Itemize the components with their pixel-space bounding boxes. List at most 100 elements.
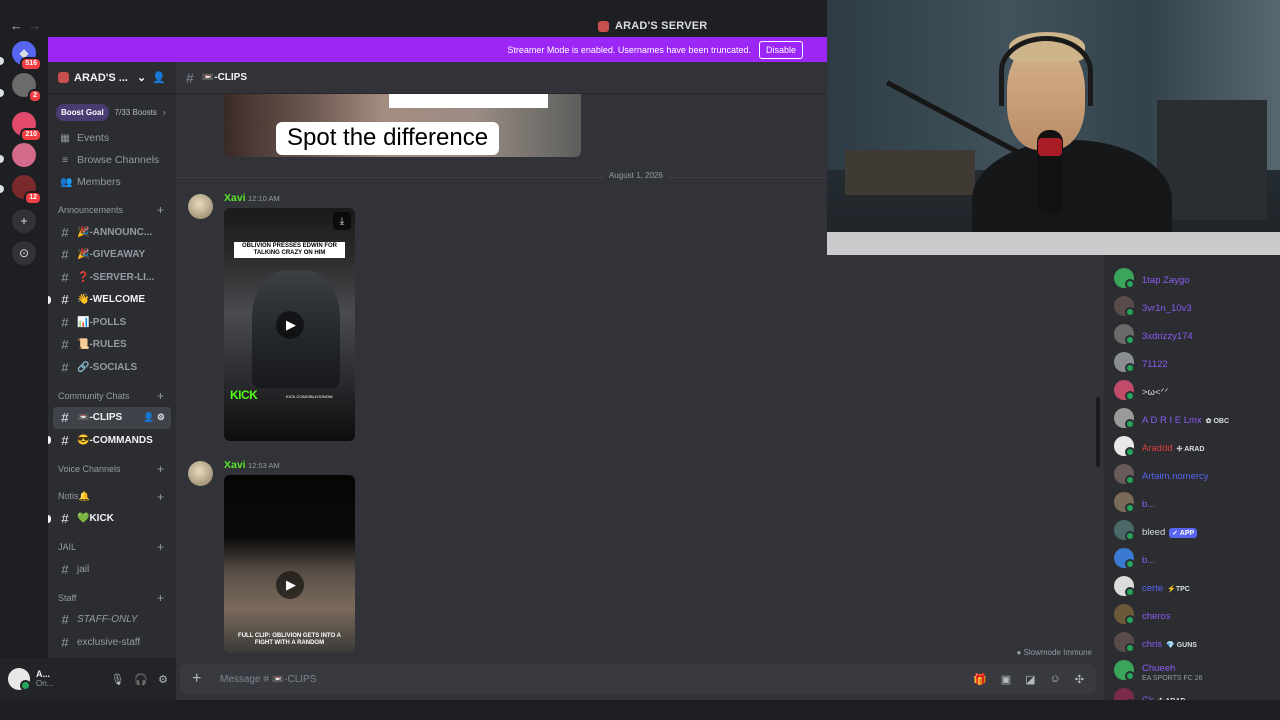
gear-icon[interactable]: ⚙ [158, 673, 168, 686]
plus-icon[interactable]: + [157, 462, 164, 476]
channel-item[interactable]: # 💚KICK [48, 508, 176, 531]
channel-item[interactable]: # 📜-RULES [48, 334, 176, 357]
previous-video-embed[interactable]: Spot the difference [224, 94, 581, 157]
server-icon [598, 20, 609, 32]
avatar[interactable] [188, 194, 213, 219]
channel-item[interactable]: # 👋-WELCOME [48, 289, 176, 312]
message-author[interactable]: Xavi [224, 459, 246, 471]
category-announcements[interactable]: Announcements + [48, 199, 176, 221]
member-item[interactable]: 71122 [1114, 351, 1168, 373]
chat-scrollbar[interactable] [1096, 397, 1100, 467]
server-header[interactable]: ARAD'S ... ⌄ 👤 [48, 62, 176, 94]
channel-item[interactable]: # 🎉-GIVEAWAY [48, 244, 176, 267]
member-item[interactable]: 1tap Zaygo [1114, 267, 1190, 289]
member-item[interactable]: A D R I E Lmx ✿ OBC [1114, 407, 1229, 429]
video-attachment[interactable]: OBLIVION PRESSES EDWIN FOR TALKING CRAZY… [224, 208, 355, 441]
message-input[interactable]: Message # 📼-CLIPS [220, 674, 316, 685]
member-item[interactable]: b... [1114, 491, 1155, 513]
gif-icon[interactable]: ▣ [1001, 673, 1011, 686]
forward-arrow-icon[interactable]: → [28, 18, 41, 33]
avatar [1114, 576, 1135, 597]
plus-icon[interactable]: + [157, 490, 164, 504]
play-icon[interactable]: ▶ [275, 310, 304, 339]
channel-label: 📜-RULES [77, 339, 127, 351]
add-member-icon[interactable]: 👤 [152, 71, 166, 84]
channel-item[interactable]: # 🎉-ANNOUNC... [48, 221, 176, 244]
avatar [1114, 604, 1135, 625]
plus-icon[interactable]: + [157, 540, 164, 554]
calendar-icon: ▦ [60, 132, 70, 144]
member-item[interactable]: Araddd ✣ ARAD [1114, 435, 1204, 457]
member-name: certe [1142, 582, 1164, 594]
member-name: Araddd [1142, 442, 1173, 454]
channel-item[interactable]: # STAFF-ONLY [48, 609, 176, 632]
channel-item[interactable]: # jail [48, 558, 176, 581]
category-community[interactable]: Community Chats + [48, 385, 176, 407]
add-attachment-icon[interactable]: + [192, 670, 206, 688]
sidebar-item-browse-channels[interactable]: ≡ Browse Channels [48, 149, 176, 171]
member-item[interactable]: bleed ✓ APP [1114, 519, 1198, 541]
channel-item[interactable]: # exclusive-staff [48, 631, 176, 654]
category-staff[interactable]: Staff + [48, 587, 176, 609]
member-item[interactable]: cheros [1114, 603, 1171, 625]
category-notis[interactable]: Notis🔔 + [48, 486, 176, 508]
member-name: b... [1142, 498, 1156, 510]
streamer-mode-banner: Streamer Mode is enabled. Usernames have… [48, 37, 827, 62]
add-server-icon[interactable]: + [12, 209, 36, 233]
member-info: A D R I E Lmx ✿ OBC [1142, 411, 1229, 426]
member-tag: ⚡TPC [1167, 585, 1190, 593]
sidebar-item-events[interactable]: ▦ Events [48, 127, 176, 149]
category-jail[interactable]: JAIL + [48, 536, 176, 558]
discord-home-icon[interactable]: ◆ 516 [12, 41, 42, 71]
guild-5[interactable]: 12 [12, 175, 42, 205]
discover-icon[interactable]: ⊙ [12, 241, 36, 265]
sidebar-item-members[interactable]: 👥 Members [48, 171, 176, 193]
avatar [1114, 408, 1135, 429]
play-icon[interactable]: ▶ [275, 571, 304, 600]
avatar[interactable] [188, 461, 213, 486]
channel-item[interactable]: # 🔗-SOCIALS [48, 356, 176, 379]
member-item[interactable]: Chueeh EA SPORTS FC 26 [1114, 659, 1203, 682]
plus-icon[interactable]: + [157, 389, 164, 403]
member-item[interactable]: b... [1114, 547, 1155, 569]
category-voice[interactable]: Voice Channels + [48, 458, 176, 480]
chevron-right-icon: › [162, 108, 166, 117]
guild-2[interactable]: 2 [12, 73, 42, 103]
disable-streamer-button[interactable]: Disable [758, 40, 803, 59]
microphone-icon[interactable]: 🎙 [110, 673, 124, 686]
boost-goal[interactable]: Boost Goal 7/33 Boosts › [56, 104, 168, 121]
avatar[interactable] [8, 668, 31, 691]
download-icon[interactable]: ⤓ [333, 212, 351, 230]
member-info: chris 💎 GUNS [1142, 635, 1197, 650]
member-item[interactable]: certe ⚡TPC [1114, 575, 1190, 597]
member-item[interactable]: Ck ✣ ARAD [1114, 687, 1185, 700]
plus-icon[interactable]: + [157, 591, 164, 605]
channel-settings-icon[interactable]: 👤 ⚙ [143, 412, 165, 423]
channel-label: 🔗-SOCIALS [77, 361, 138, 373]
headphones-icon[interactable]: 🎧 [134, 673, 148, 686]
webcam-shelf [1157, 100, 1267, 220]
member-item[interactable]: 3vr1n_10v3 [1114, 295, 1192, 317]
member-item[interactable]: 3xdrizzy174 [1114, 323, 1193, 345]
member-item[interactable]: >ω<ᐟᐟ [1114, 379, 1169, 401]
member-item[interactable]: chris 💎 GUNS [1114, 631, 1197, 653]
gift-icon[interactable]: 🎁 [973, 673, 987, 686]
sticker-icon[interactable]: ◪ [1025, 673, 1035, 686]
channel-item[interactable]: # ❓-SERVER-LI... [48, 266, 176, 289]
message-author[interactable]: Xavi [224, 192, 246, 204]
apps-icon[interactable]: ✣ [1075, 673, 1084, 686]
plus-icon[interactable]: + [157, 203, 164, 217]
channel-item[interactable]: # 📼-CLIPS 👤 ⚙ [53, 406, 171, 429]
guild-3[interactable]: 210 [12, 112, 42, 142]
unread-badge: 210 [20, 128, 42, 142]
channel-item[interactable]: # 😎-COMMANDS [48, 429, 176, 452]
member-item[interactable]: Artaim.nomercy [1114, 463, 1209, 485]
guild-4[interactable] [12, 143, 36, 167]
emoji-icon[interactable]: ☺ [1050, 673, 1061, 686]
back-arrow-icon[interactable]: ← [10, 18, 23, 33]
channel-label: 🎉-ANNOUNC... [77, 226, 153, 238]
hash-icon: # [61, 612, 69, 628]
video-attachment[interactable]: ▶ FULL CLIP: OBLIVION GETS INTO A FIGHT … [224, 475, 355, 653]
hash-icon: # [61, 224, 69, 240]
channel-item[interactable]: # 📊-POLLS [48, 311, 176, 334]
